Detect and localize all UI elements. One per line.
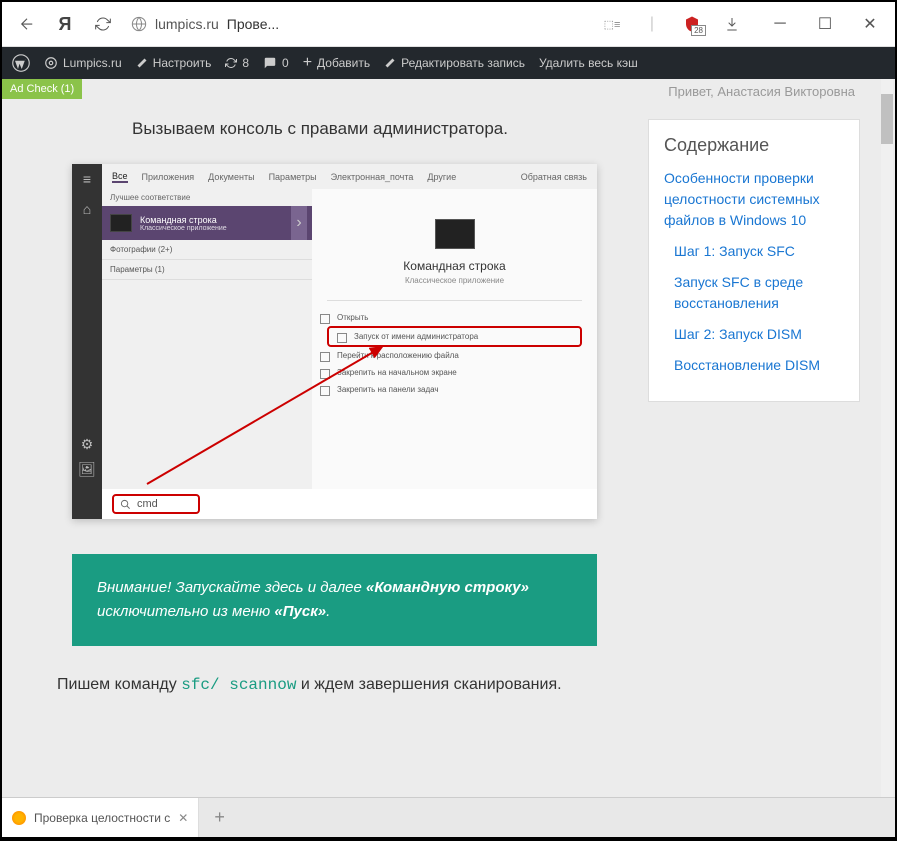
url-title: Прове... (227, 16, 279, 32)
tab-other: Другие (427, 172, 456, 182)
favicon (12, 811, 26, 825)
new-tab-button[interactable]: + (199, 807, 240, 828)
wp-add[interactable]: +Добавить (303, 54, 370, 72)
wp-customize[interactable]: Настроить (136, 56, 212, 70)
wp-edit[interactable]: Редактировать запись (384, 56, 525, 70)
wp-updates[interactable]: 8 (225, 56, 249, 70)
best-match-label: Лучшее соответствие (102, 189, 312, 206)
chevron-right-icon: › (291, 206, 307, 240)
category-settings: Параметры (1) (102, 260, 312, 280)
action-open: Открыть (312, 309, 597, 326)
scrollbar[interactable] (881, 79, 893, 797)
app-name: Командная строка (312, 259, 597, 273)
page-content: Привет, Анастасия Викторовна Вызываем ко… (2, 79, 895, 797)
embedded-screenshot: ≡ ⌂ ⚙ 🖼 Все Приложения Документы Парамет… (72, 164, 597, 519)
command-text: Пишем команду sfc/ scannow и ждем заверш… (57, 676, 865, 694)
wp-clear-cache[interactable]: Удалить весь кэш (539, 56, 638, 70)
result-cmd: Командная строка Классическое приложение… (102, 206, 312, 240)
browser-tab[interactable]: Проверка целостности с ✕ (2, 798, 199, 837)
toc-link[interactable]: Восстановление DISM (674, 355, 844, 376)
toc-link[interactable]: Шаг 1: Запуск SFC (674, 241, 844, 262)
wp-logo[interactable] (12, 54, 30, 72)
minimize-button[interactable]: ─ (770, 14, 790, 34)
reader-icon[interactable]: ⬚≡ (602, 14, 622, 34)
close-button[interactable]: ✕ (860, 14, 880, 34)
shield-icon[interactable]: 28 (682, 14, 702, 34)
action-location: Перейти к расположению файла (312, 347, 597, 364)
greeting-text: Привет, Анастасия Викторовна (668, 84, 855, 99)
tab-email: Электронная_почта (331, 172, 414, 182)
search-icon (120, 499, 131, 510)
tab-apps: Приложения (142, 172, 195, 182)
tab-close-button[interactable]: ✕ (178, 811, 188, 825)
feedback-link: Обратная связь (521, 172, 587, 182)
result-subtitle: Классическое приложение (140, 225, 227, 232)
tab-settings: Параметры (269, 172, 317, 182)
tab-title: Проверка целостности с (34, 811, 170, 825)
table-of-contents: Содержание Особенности проверки целостно… (648, 119, 860, 402)
maximize-button[interactable]: ☐ (815, 14, 835, 34)
toc-title: Содержание (664, 135, 844, 156)
home-icon: ⌂ (72, 194, 102, 224)
winshot-topnav: Все Приложения Документы Параметры Элект… (102, 164, 597, 189)
search-text: cmd (137, 498, 158, 510)
action-pin-task: Закрепить на панели задач (312, 381, 597, 398)
app-subtitle: Классическое приложение (312, 276, 597, 285)
action-pin-start: Закрепить на начальном экране (312, 364, 597, 381)
url-domain: lumpics.ru (155, 16, 219, 32)
scroll-thumb[interactable] (881, 94, 893, 144)
toc-link[interactable]: Шаг 2: Запуск DISM (674, 324, 844, 345)
browser-toolbar: Я lumpics.ru Прове... ⬚≡ | 28 ─ ☐ ✕ (2, 2, 895, 47)
tab-bar: Проверка целостности с ✕ + (2, 797, 895, 837)
menu-icon: ≡ (72, 164, 102, 194)
back-button[interactable] (17, 14, 37, 34)
address-bar[interactable]: lumpics.ru Прове... (131, 16, 279, 32)
winshot-detail: Командная строка Классическое приложение… (312, 189, 597, 489)
command-code: sfc/ scannow (181, 676, 296, 694)
winshot-sidebar: ≡ ⌂ ⚙ 🖼 (72, 164, 102, 519)
result-title: Командная строка (140, 215, 227, 225)
category-photos: Фотографии (2+) (102, 240, 312, 260)
wp-admin-bar: Lumpics.ru Настроить 8 0 +Добавить Редак… (2, 47, 895, 79)
warning-callout: Внимание! Запускайте здесь и далее «Кома… (72, 554, 597, 646)
winshot-results: Лучшее соответствие Командная строка Кла… (102, 189, 312, 280)
app-icon (435, 219, 475, 249)
winshot-searchbar: cmd (102, 489, 597, 519)
tab-all: Все (112, 171, 128, 183)
toc-link[interactable]: Особенности проверки целостности системн… (664, 168, 844, 231)
reload-button[interactable] (93, 14, 113, 34)
separator: | (642, 14, 662, 34)
shield-badge: 28 (691, 25, 706, 36)
yandex-button[interactable]: Я (55, 14, 75, 34)
download-icon[interactable] (722, 14, 742, 34)
image-icon: 🖼 (72, 454, 102, 484)
wp-comments[interactable]: 0 (263, 56, 289, 70)
tab-docs: Документы (208, 172, 254, 182)
wp-site[interactable]: Lumpics.ru (44, 56, 122, 70)
globe-icon (131, 16, 147, 32)
ad-check-badge[interactable]: Ad Check (1) (2, 79, 82, 99)
action-run-admin: Запуск от имени администратора (327, 326, 582, 347)
cmd-icon (110, 214, 132, 232)
toc-link[interactable]: Запуск SFC в среде восстановления (674, 272, 844, 314)
